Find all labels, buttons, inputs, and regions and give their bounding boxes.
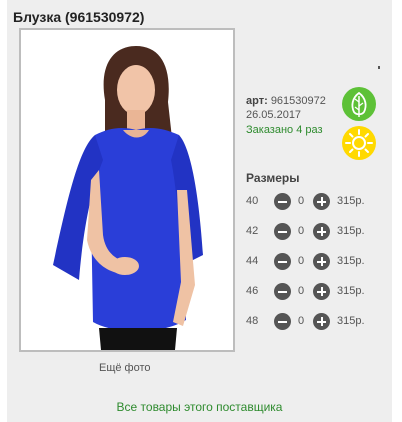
size-label: 44: [246, 255, 259, 267]
size-label: 46: [246, 285, 259, 297]
sun-icon-glyph: [345, 129, 373, 157]
increase-quantity-button[interactable]: [313, 223, 330, 240]
article-label: арт:: [246, 95, 268, 107]
size-label: 42: [246, 225, 259, 237]
decrease-quantity-button[interactable]: [274, 253, 291, 270]
supplier-products-link[interactable]: Все товары этого поставщика: [7, 400, 392, 414]
size-price: 315р.: [337, 225, 365, 237]
leaf-icon-glyph: [351, 91, 367, 117]
increase-quantity-button[interactable]: [313, 283, 330, 300]
size-row: 42 0 315р.: [246, 223, 386, 241]
size-row: 46 0 315р.: [246, 283, 386, 301]
size-label: 48: [246, 315, 259, 327]
decrease-quantity-button[interactable]: [274, 193, 291, 210]
quantity-value: 0: [298, 195, 305, 207]
size-label: 40: [246, 195, 259, 207]
size-price: 315р.: [337, 315, 365, 327]
size-row: 44 0 315р.: [246, 253, 386, 271]
sun-icon: [342, 126, 376, 160]
product-date: 26.05.2017: [246, 109, 302, 121]
article-line: арт: 961530972: [246, 95, 326, 107]
quantity-value: 0: [298, 315, 305, 327]
size-row: 40 0 315р.: [246, 193, 386, 211]
article-value: 961530972: [270, 95, 326, 107]
leaf-icon: [342, 87, 376, 121]
size-price: 315р.: [337, 285, 365, 297]
quantity-value: 0: [298, 255, 305, 267]
ordered-count: Заказано 4 раз: [246, 124, 323, 136]
size-price: 315р.: [337, 195, 365, 207]
increase-quantity-button[interactable]: [313, 313, 330, 330]
size-row: 48 0 315р.: [246, 313, 386, 331]
sizes-title: Размеры: [246, 171, 300, 185]
quantity-value: 0: [298, 225, 305, 237]
blouse-photo-image: [21, 30, 233, 350]
stray-mark: [378, 66, 380, 69]
size-price: 315р.: [337, 255, 365, 267]
decrease-quantity-button[interactable]: [274, 313, 291, 330]
decrease-quantity-button[interactable]: [274, 283, 291, 300]
decrease-quantity-button[interactable]: [274, 223, 291, 240]
product-card: Блузка (961530972) Ещё фото арт: 9615309…: [7, 0, 392, 422]
quantity-value: 0: [298, 285, 305, 297]
increase-quantity-button[interactable]: [313, 193, 330, 210]
product-title: Блузка (961530972): [13, 9, 145, 25]
increase-quantity-button[interactable]: [313, 253, 330, 270]
more-photos-link[interactable]: Ещё фото: [99, 362, 151, 374]
product-photo[interactable]: [19, 28, 235, 352]
